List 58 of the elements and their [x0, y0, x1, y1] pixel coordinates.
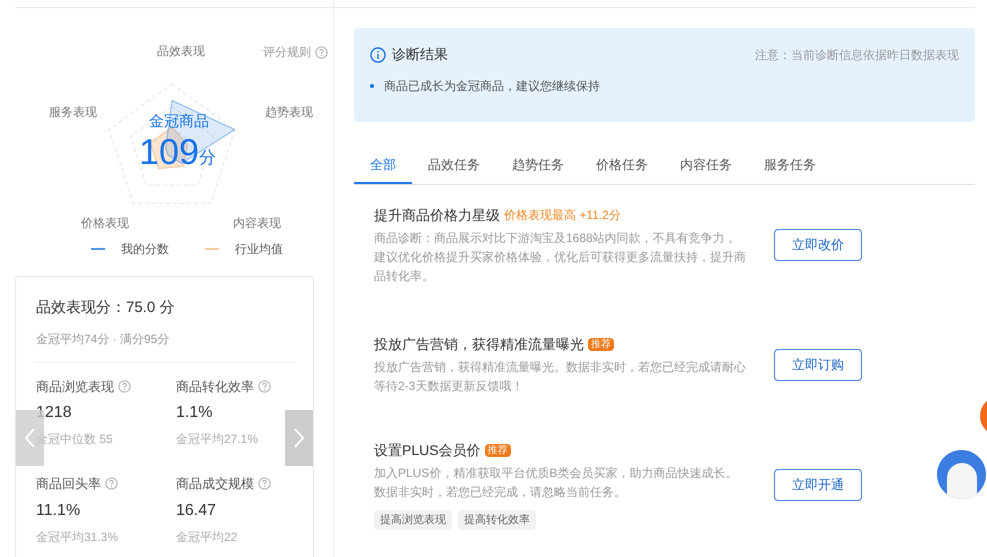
metric-label: 商品回头率 — [36, 475, 101, 493]
legend-label: 我的分数 — [121, 241, 169, 258]
help-icon[interactable] — [258, 380, 271, 393]
info-icon — [370, 46, 386, 62]
action-button[interactable]: 立即开通 — [774, 469, 862, 501]
task-tab[interactable]: 价格任务 — [580, 148, 664, 184]
chevron-left-icon — [24, 427, 36, 449]
recommend-badge: 推荐 — [588, 338, 614, 351]
score-value: 109 — [139, 130, 200, 174]
help-icon[interactable] — [105, 477, 118, 490]
metric-label: 商品成交规模 — [176, 475, 254, 493]
task-title: 投放广告营销，获得精准流量曝光 — [374, 335, 584, 354]
recommend-badge: 推荐 — [484, 444, 511, 457]
help-icon[interactable] — [258, 477, 271, 490]
task-description: 商品诊断：商品展示对比下游淘宝及1688站内同款，不具有竞争力，建议优化价格提升买家价格体验，优化后可获得更多流量扶持，提升商品转化率。 — [374, 230, 746, 284]
grade-label: 金冠商品 — [149, 112, 209, 132]
diagnosis-notice: 注意：当前诊断信息依据昨日数据表现 — [755, 46, 959, 64]
task-title: 提升商品价格力星级 — [374, 206, 500, 224]
metric-note: 金冠平均22 — [176, 528, 238, 546]
axis-label: 价格表现 — [81, 215, 129, 232]
task-tag: 提高转化效率 — [458, 510, 536, 530]
bullet-icon — [370, 84, 374, 88]
task-tab[interactable]: 服务任务 — [748, 148, 832, 184]
diagnosis-title: 诊断结果 — [392, 45, 448, 64]
legend-label: 行业均值 — [235, 241, 283, 258]
task-title: 设置PLUS会员价 — [374, 440, 481, 460]
help-icon[interactable] — [118, 380, 131, 393]
axis-label: 品效表现 — [157, 43, 205, 60]
task-description: 加入PLUS价，精准获取平台优质B类会员买家，助力商品快速成长。数据非实时，若您已经完成，请忽略当前任务。 — [374, 464, 738, 501]
axis-label: 服务表现 — [49, 104, 97, 121]
metric-label: 商品浏览表现 — [36, 378, 114, 396]
action-button[interactable]: 立即订购 — [774, 349, 862, 381]
metric-value: 11.1% — [36, 500, 80, 520]
metric-note: 金冠平均27.1% — [176, 431, 258, 448]
axis-label: 趋势表现 — [265, 104, 313, 121]
metric-note: 金冠中位数 55 — [36, 431, 113, 448]
task-tab[interactable]: 内容任务 — [664, 148, 748, 184]
task-tab[interactable]: 趋势任务 — [496, 148, 580, 184]
card-subtitle: 金冠平均74分 · 满分95分 — [36, 330, 170, 348]
axis-label: 内容表现 — [233, 215, 281, 232]
task-description: 投放广告营销，获得精准流量曝光。数据非实时，若您已经完成请耐心等待2-3天数据更新反馈哦！ — [374, 359, 746, 395]
chevron-right-icon — [293, 427, 305, 449]
task-tab[interactable]: 品效任务 — [412, 148, 496, 184]
help-icon[interactable] — [315, 46, 328, 58]
task-highlight: 价格表现最高 +11.2分 — [504, 207, 621, 224]
score-unit: 分 — [199, 146, 216, 168]
action-button[interactable]: 立即改价 — [774, 229, 862, 261]
task-tag: 提高浏览表现 — [374, 510, 452, 530]
metric-label: 商品转化效率 — [176, 378, 254, 396]
diagnosis-item: 商品已成长为金冠商品，建议您继续保持 — [384, 78, 600, 95]
card-title: 品效表现分：75.0 分 — [36, 298, 176, 318]
metric-note: 金冠平均31.3% — [36, 528, 118, 546]
metric-value: 1218 — [36, 403, 72, 423]
next-button[interactable] — [285, 410, 313, 466]
metric-value: 16.47 — [176, 500, 216, 520]
task-tab[interactable]: 全部 — [354, 148, 412, 184]
metric-value: 1.1% — [176, 403, 212, 423]
assistant-avatar-icon[interactable] — [937, 450, 986, 499]
